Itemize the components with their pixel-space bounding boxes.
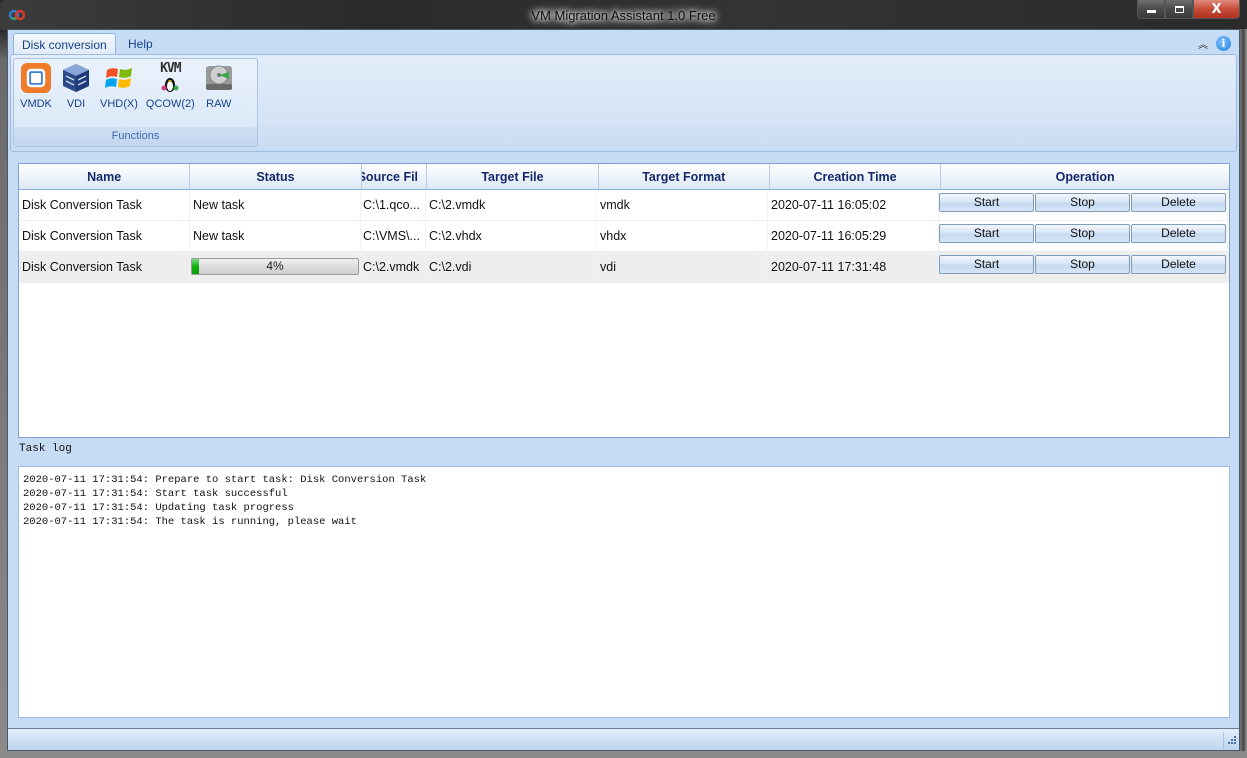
ribbon-panel: VMDK VDI VHD(X) KVM QCOW(2) RAW Function… xyxy=(10,54,1237,152)
cell-target-format: vdi xyxy=(597,252,768,282)
window-title: VM Migration Assistant 1.0 Free xyxy=(531,8,716,23)
vhdx-button[interactable]: VHD(X) xyxy=(98,62,140,110)
cell-source-file: C:\1.qco... xyxy=(361,190,426,220)
start-button[interactable]: Start xyxy=(939,255,1034,274)
log-line: 2020-07-11 17:31:54: Updating task progr… xyxy=(23,502,294,514)
window-right-border xyxy=(1240,29,1247,751)
column-header-name[interactable]: Name xyxy=(19,164,191,190)
operation-buttons: Start Stop Delete xyxy=(939,252,1227,274)
cell-status: New task xyxy=(190,221,361,251)
log-line: 2020-07-11 17:31:54: Prepare to start ta… xyxy=(23,474,427,486)
log-line: 2020-07-11 17:31:54: The task is running… xyxy=(23,516,357,528)
tab-disk-conversion[interactable]: Disk conversion xyxy=(13,33,116,56)
resize-grip-icon[interactable] xyxy=(1223,732,1238,749)
ribbon-right-controls: ︽ i xyxy=(1198,36,1231,51)
raw-label: RAW xyxy=(206,98,232,110)
hard-disk-icon xyxy=(205,65,232,90)
maximize-icon xyxy=(1174,5,1184,13)
column-header-creation-time[interactable]: Creation Time xyxy=(769,164,942,190)
ribbon-group-functions: VMDK VDI VHD(X) KVM QCOW(2) RAW Function… xyxy=(13,58,258,147)
operation-buttons: Start Stop Delete xyxy=(939,221,1227,243)
cell-creation-time: 2020-07-11 16:05:29 xyxy=(768,221,939,251)
delete-button[interactable]: Delete xyxy=(1131,193,1226,212)
maximize-button[interactable] xyxy=(1165,0,1193,19)
close-button[interactable]: X xyxy=(1193,0,1240,19)
client-area: Disk conversion Help ︽ i VMDK VDI VHD(X)… xyxy=(7,29,1240,751)
stop-button[interactable]: Stop xyxy=(1035,224,1130,243)
cell-status: New task xyxy=(190,190,361,220)
start-button[interactable]: Start xyxy=(939,224,1034,243)
column-header-operation: Operation xyxy=(941,164,1230,190)
kvm-icon-text: KVM xyxy=(160,61,181,76)
caption-buttons: X xyxy=(1137,0,1240,19)
cell-target-format: vmdk xyxy=(597,190,768,220)
vmware-icon xyxy=(21,63,51,93)
cell-name: Disk Conversion Task xyxy=(19,190,190,220)
column-header-target-format[interactable]: Target Format xyxy=(598,164,770,190)
cell-target-format: vhdx xyxy=(597,221,768,251)
log-line: 2020-07-11 17:31:54: Start task successf… xyxy=(23,488,288,500)
grip-dots-icon xyxy=(1228,736,1236,744)
column-header-target-file[interactable]: Target File xyxy=(427,164,599,190)
group-label-functions: Functions xyxy=(14,127,257,146)
close-icon: X xyxy=(1211,1,1222,17)
task-log-label: Task log xyxy=(19,443,72,455)
windows-icon xyxy=(104,68,132,88)
vdi-label: VDI xyxy=(66,98,86,110)
column-header-source-file[interactable]: Source Fil xyxy=(361,164,428,190)
task-table: Name Status Source Fil Target File Targe… xyxy=(18,163,1230,438)
vhdx-label: VHD(X) xyxy=(100,98,138,110)
kvm-icon: KVM xyxy=(154,62,186,94)
tux-icon xyxy=(161,78,179,92)
cell-creation-time: 2020-07-11 17:31:48 xyxy=(768,252,939,282)
cell-target-file: C:\2.vmdk xyxy=(426,190,597,220)
cell-operation: Start Stop Delete xyxy=(939,221,1228,251)
table-row[interactable]: Disk Conversion Task New task C:\1.qco..… xyxy=(19,190,1229,221)
progress-label: 4% xyxy=(266,259,284,273)
vmdk-button[interactable]: VMDK xyxy=(18,62,54,110)
cell-name: Disk Conversion Task xyxy=(19,221,190,251)
title-bar[interactable]: VM Migration Assistant 1.0 Free X xyxy=(0,0,1247,30)
tab-help[interactable]: Help xyxy=(120,33,161,55)
collapse-ribbon-icon[interactable]: ︽ xyxy=(1198,36,1208,51)
functions-items: VMDK VDI VHD(X) KVM QCOW(2) RAW xyxy=(18,62,237,110)
cell-source-file: C:\2.vmdk xyxy=(361,252,426,282)
table-row-selected[interactable]: Disk Conversion Task 4% C:\2.vmdk C:\2.v… xyxy=(19,252,1229,283)
start-button[interactable]: Start xyxy=(939,193,1034,212)
info-icon[interactable]: i xyxy=(1216,36,1231,51)
minimize-button[interactable] xyxy=(1137,0,1165,19)
ribbon-tab-strip: Disk conversion Help ︽ i xyxy=(8,30,1239,56)
cell-operation: Start Stop Delete xyxy=(939,252,1228,282)
vmdk-label: VMDK xyxy=(20,98,52,110)
cell-source-file: C:\VMS\... xyxy=(361,221,426,251)
cell-target-file: C:\2.vhdx xyxy=(426,221,597,251)
delete-button[interactable]: Delete xyxy=(1131,224,1226,243)
raw-button[interactable]: RAW xyxy=(201,62,237,110)
task-progress-bar: 4% xyxy=(191,258,359,275)
stop-button[interactable]: Stop xyxy=(1035,193,1130,212)
cell-target-file: C:\2.vdi xyxy=(426,252,597,282)
table-row[interactable]: Disk Conversion Task New task C:\VMS\...… xyxy=(19,221,1229,252)
operation-buttons: Start Stop Delete xyxy=(939,190,1227,212)
cell-status: 4% xyxy=(190,252,361,282)
cell-creation-time: 2020-07-11 16:05:02 xyxy=(768,190,939,220)
qcow2-label: QCOW(2) xyxy=(145,98,195,110)
cell-name: Disk Conversion Task xyxy=(19,252,190,282)
minimize-icon xyxy=(1146,10,1156,13)
app-window: VM Migration Assistant 1.0 Free X Disk c… xyxy=(0,0,1247,758)
status-bar xyxy=(8,728,1239,750)
cell-operation: Start Stop Delete xyxy=(939,190,1228,220)
vdi-button[interactable]: VDI xyxy=(58,62,94,110)
task-log-textarea[interactable]: 2020-07-11 17:31:54: Prepare to start ta… xyxy=(18,466,1230,718)
virtualbox-icon xyxy=(63,64,89,92)
stop-button[interactable]: Stop xyxy=(1035,255,1130,274)
delete-button[interactable]: Delete xyxy=(1131,255,1226,274)
table-header: Name Status Source Fil Target File Targe… xyxy=(19,164,1230,190)
qcow2-button[interactable]: KVM QCOW(2) xyxy=(144,62,197,111)
column-header-status[interactable]: Status xyxy=(190,164,362,190)
